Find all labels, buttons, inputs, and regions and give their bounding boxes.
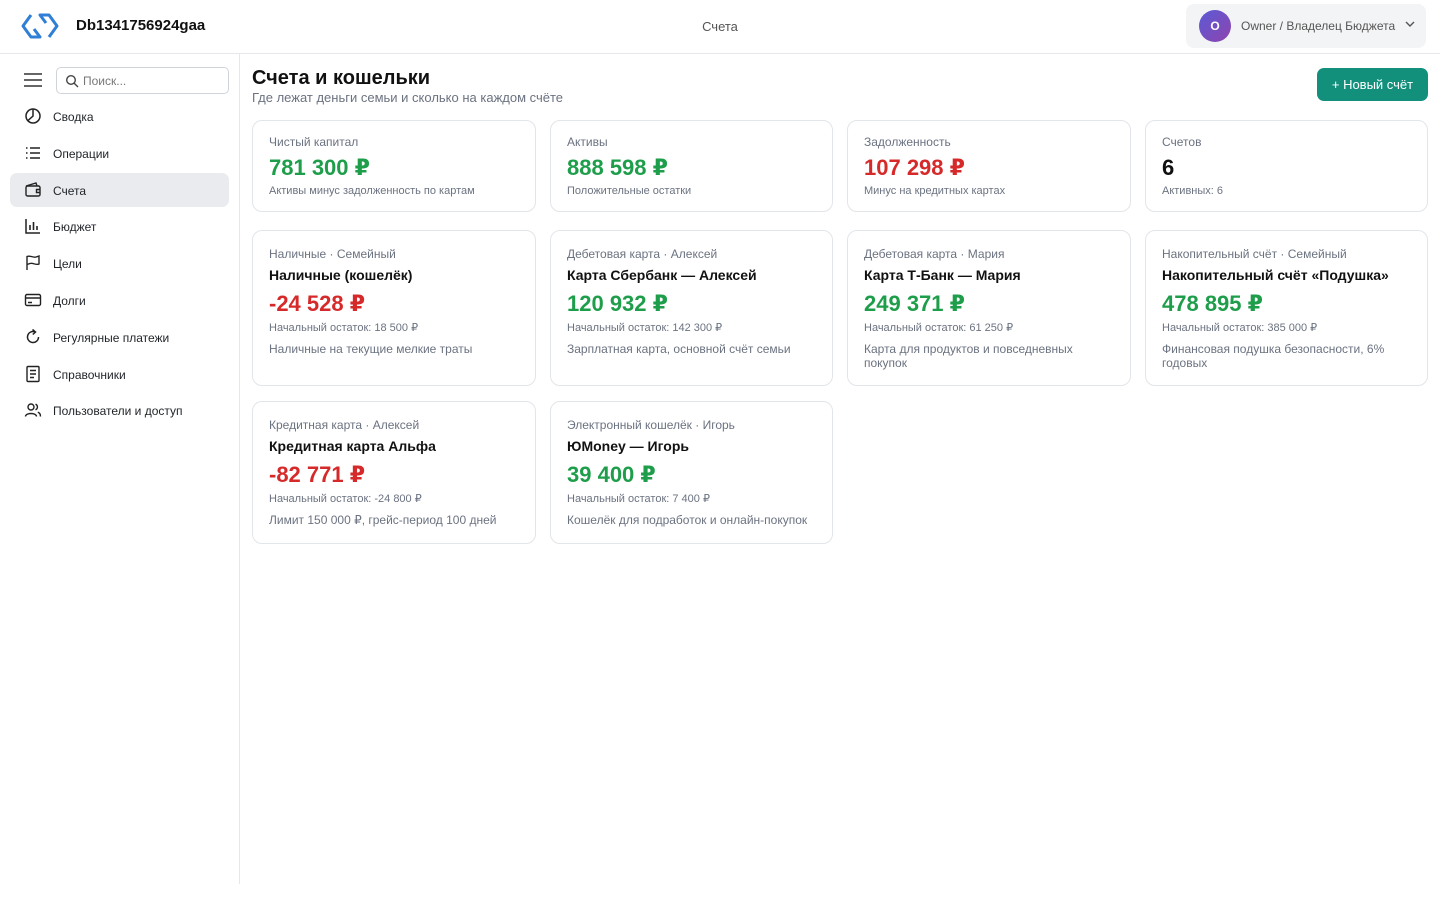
avatar: O bbox=[1199, 10, 1231, 42]
account-card[interactable]: Дебетовая карта · Алексей Карта Сбербанк… bbox=[550, 230, 833, 386]
account-description: Финансовая подушка безопасности, 6% годо… bbox=[1162, 342, 1385, 370]
account-name: ЮMoney — Игорь bbox=[567, 438, 689, 454]
account-card[interactable]: Дебетовая карта · Мария Карта Т-Банк — М… bbox=[847, 230, 1131, 386]
page-subtitle: Где лежат деньги семьи и сколько на кажд… bbox=[252, 90, 564, 105]
sidebar-item-accounts[interactable]: Счета bbox=[10, 172, 229, 207]
account-type: Дебетовая карта · Мария bbox=[864, 247, 1005, 261]
account-name: Карта Сбербанк — Алексей bbox=[567, 267, 757, 283]
refresh-icon bbox=[26, 328, 40, 344]
account-initial-balance: Начальный остаток: 7 400 ₽ bbox=[567, 493, 710, 505]
flag-icon bbox=[26, 255, 40, 271]
account-description: Карта для продуктов и повседневных покуп… bbox=[864, 342, 1073, 370]
sidebar-nav: Сводка Операции Счета Бюджет Цели Долги … bbox=[10, 99, 229, 430]
sidebar-item-operations[interactable]: Операции bbox=[10, 136, 229, 170]
app-name: Db1341756924gaa bbox=[76, 17, 206, 34]
summary-card-net-worth: Чистый капитал 781 300 ₽ Активы минус за… bbox=[252, 120, 536, 212]
top-bar: Db1341756924gaa Счета O Owner / Владелец… bbox=[0, 0, 1440, 54]
account-description: Зарплатная карта, основной счёт семьи bbox=[567, 342, 791, 356]
summary-note: Положительные остатки bbox=[567, 185, 692, 197]
account-initial-balance: Начальный остаток: 385 000 ₽ bbox=[1162, 322, 1318, 334]
users-icon bbox=[24, 403, 42, 418]
account-name: Карта Т-Банк — Мария bbox=[864, 267, 1021, 283]
chart-pie-icon bbox=[25, 108, 41, 124]
search-icon bbox=[65, 74, 79, 88]
summary-label: Счетов bbox=[1162, 135, 1202, 149]
wallet-icon bbox=[25, 181, 41, 197]
new-account-button[interactable]: + Новый счёт bbox=[1317, 68, 1428, 101]
summary-value: 107 298 ₽ bbox=[864, 155, 965, 180]
sidebar-item-references[interactable]: Справочники bbox=[10, 357, 229, 391]
summary-note: Активы минус задолженность по картам bbox=[269, 185, 475, 197]
summary-value: 888 598 ₽ bbox=[567, 155, 668, 180]
search-box[interactable] bbox=[56, 67, 229, 94]
sidebar-item-users[interactable]: Пользователи и доступ bbox=[10, 393, 229, 427]
sidebar-item-label: Цели bbox=[53, 257, 82, 272]
summary-value: 6 bbox=[1162, 155, 1175, 180]
account-name: Наличные (кошелёк) bbox=[269, 267, 413, 283]
sidebar-item-recurring[interactable]: Регулярные платежи bbox=[10, 320, 229, 354]
sidebar-item-label: Счета bbox=[53, 183, 87, 198]
sidebar-item-label: Пользователи и доступ bbox=[53, 404, 183, 419]
summary-label: Активы bbox=[567, 135, 608, 149]
search-input[interactable] bbox=[83, 72, 223, 90]
account-initial-balance: Начальный остаток: -24 800 ₽ bbox=[269, 493, 422, 505]
account-name: Кредитная карта Альфа bbox=[269, 438, 436, 454]
account-type: Кредитная карта · Алексей bbox=[269, 418, 420, 432]
list-icon bbox=[26, 147, 40, 159]
sidebar-item-debts[interactable]: Долги bbox=[10, 283, 229, 317]
summary-note: Минус на кредитных картах bbox=[864, 185, 1006, 197]
account-balance: -82 771 ₽ bbox=[269, 462, 366, 487]
hamburger-menu-icon[interactable] bbox=[23, 72, 43, 88]
user-menu[interactable]: O Owner / Владелец Бюджета bbox=[1186, 4, 1426, 48]
account-balance: 249 371 ₽ bbox=[864, 291, 965, 316]
summary-card-debt: Задолженность 107 298 ₽ Минус на кредитн… bbox=[847, 120, 1131, 212]
chevron-down-icon bbox=[1405, 21, 1415, 27]
sidebar-item-label: Регулярные платежи bbox=[53, 330, 170, 345]
account-description: Кошелёк для подработок и онлайн-покупок bbox=[567, 513, 808, 527]
sidebar-item-goals[interactable]: Цели bbox=[10, 246, 229, 280]
sidebar-item-label: Справочники bbox=[53, 367, 126, 382]
sidebar-item-label: Операции bbox=[53, 146, 110, 161]
account-balance: 120 932 ₽ bbox=[567, 291, 668, 316]
account-type: Дебетовая карта · Алексей bbox=[567, 247, 718, 261]
sidebar-item-budget[interactable]: Бюджет bbox=[10, 209, 229, 243]
summary-label: Задолженность bbox=[864, 135, 951, 149]
summary-label: Чистый капитал bbox=[269, 135, 359, 149]
sidebar-item-label: Сводка bbox=[53, 110, 94, 124]
account-card[interactable]: Кредитная карта · Алексей Кредитная карт… bbox=[252, 401, 536, 544]
summary-card-count: Счетов 6 Активных: 6 bbox=[1145, 120, 1428, 212]
summary-value: 781 300 ₽ bbox=[269, 155, 370, 180]
page-title: Счета и кошельки bbox=[252, 67, 431, 89]
bar-chart-icon bbox=[25, 219, 40, 235]
user-name: Owner / Владелец Бюджета bbox=[1241, 19, 1396, 33]
account-balance: 478 895 ₽ bbox=[1162, 291, 1263, 316]
sidebar: Сводка Операции Счета Бюджет bbox=[0, 54, 240, 884]
summary-note: Активных: 6 bbox=[1162, 185, 1224, 197]
account-balance: 39 400 ₽ bbox=[567, 462, 656, 487]
account-initial-balance: Начальный остаток: 18 500 ₽ bbox=[269, 322, 419, 334]
account-type: Наличные · Семейный bbox=[269, 247, 396, 261]
account-initial-balance: Начальный остаток: 142 300 ₽ bbox=[567, 322, 723, 334]
summary-card-assets: Активы 888 598 ₽ Положительные остатки bbox=[550, 120, 833, 212]
book-icon bbox=[26, 365, 40, 382]
account-type: Электронный кошелёк · Игорь bbox=[567, 418, 735, 432]
account-type: Накопительный счёт · Семейный bbox=[1162, 247, 1347, 261]
main-content: Счета и кошельки Где лежат деньги семьи … bbox=[240, 54, 1440, 900]
account-description: Лимит 150 000 ₽, грейс-период 100 дней bbox=[269, 513, 497, 527]
account-card[interactable]: Электронный кошелёк · Игорь ЮMoney — Иго… bbox=[550, 401, 833, 544]
account-initial-balance: Начальный остаток: 61 250 ₽ bbox=[864, 322, 1014, 334]
sidebar-item-summary[interactable]: Сводка bbox=[10, 99, 229, 133]
account-card[interactable]: Накопительный счёт · Семейный Накопитель… bbox=[1145, 230, 1428, 386]
account-card[interactable]: Наличные · Семейный Наличные (кошелёк) -… bbox=[252, 230, 536, 386]
account-balance: -24 528 ₽ bbox=[269, 291, 366, 316]
account-description: Наличные на текущие мелкие траты bbox=[269, 342, 473, 356]
logo-icon[interactable] bbox=[20, 11, 60, 41]
sidebar-item-label: Долги bbox=[53, 293, 86, 308]
credit-card-icon bbox=[24, 293, 42, 307]
sidebar-item-label: Бюджет bbox=[53, 220, 97, 235]
account-name: Накопительный счёт «Подушка» bbox=[1162, 267, 1389, 283]
